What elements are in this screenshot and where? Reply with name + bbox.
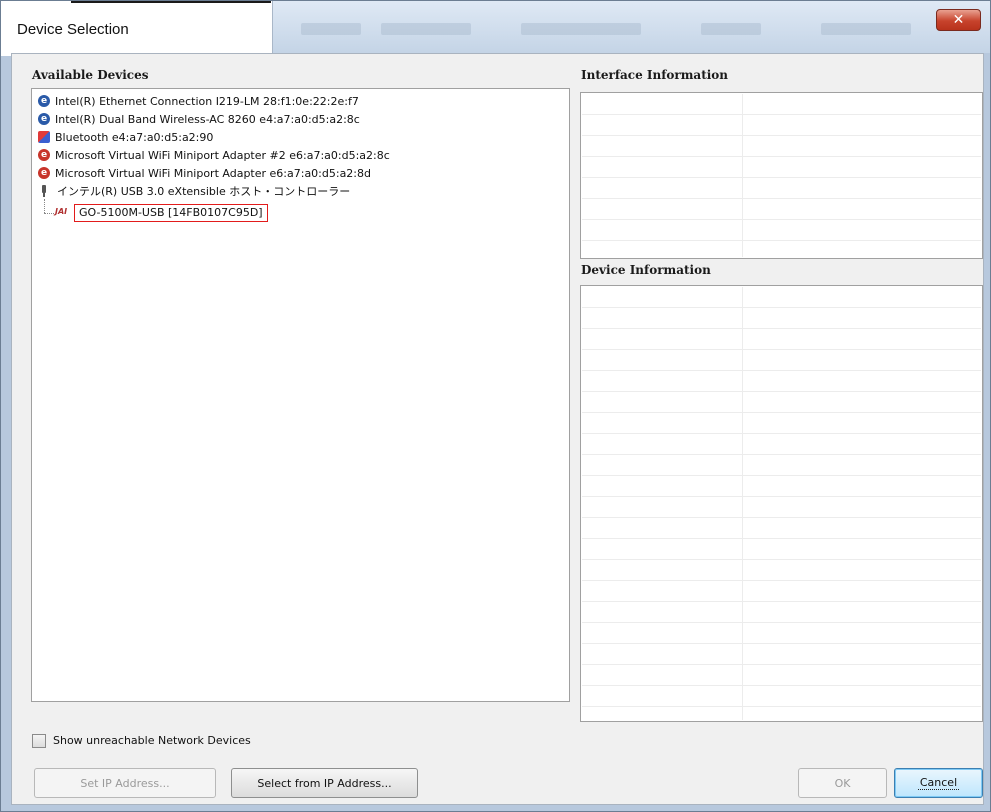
grid-row-divider — [582, 135, 981, 136]
network-adapter-icon: e — [38, 113, 50, 125]
tree-item[interactable]: インテル(R) USB 3.0 eXtensible ホスト・コントローラー — [38, 183, 350, 199]
grid-row-divider — [582, 475, 981, 476]
device-info-gridlines — [582, 287, 981, 720]
grid-row-divider — [582, 580, 981, 581]
show-unreachable-checkbox[interactable] — [32, 734, 46, 748]
grid-row-divider — [582, 706, 981, 707]
tree-item-label: Microsoft Virtual WiFi Miniport Adapter … — [55, 148, 390, 162]
grid-row-divider — [582, 685, 981, 686]
background-ghost — [301, 23, 361, 35]
grid-row-divider — [582, 538, 981, 539]
window-title: Device Selection — [17, 21, 129, 38]
title-underline — [71, 1, 271, 3]
available-devices-label: Available Devices — [32, 68, 149, 82]
close-icon: ✕ — [952, 12, 965, 28]
grid-row-divider — [582, 433, 981, 434]
tree-item-label: Intel(R) Dual Band Wireless-AC 8260 e4:a… — [55, 112, 360, 126]
tree-item[interactable]: e Intel(R) Ethernet Connection I219-LM 2… — [38, 93, 359, 109]
device-info-grid — [580, 285, 983, 722]
grid-column-divider — [742, 287, 743, 720]
tree-item-label: Microsoft Virtual WiFi Miniport Adapter … — [55, 166, 371, 180]
grid-row-divider — [582, 370, 981, 371]
camera-icon: JAI — [55, 207, 68, 216]
cancel-button[interactable]: Cancel — [894, 768, 983, 798]
grid-row-divider — [582, 328, 981, 329]
grid-row-divider — [582, 622, 981, 623]
grid-row-divider — [582, 391, 981, 392]
tree-connector — [44, 213, 54, 214]
usb-icon — [40, 185, 48, 197]
set-ip-address-label: Set IP Address... — [80, 776, 170, 790]
tree-connector — [44, 199, 45, 213]
tree-item-label: インテル(R) USB 3.0 eXtensible ホスト・コントローラー — [57, 185, 351, 198]
virtual-adapter-icon: e — [38, 149, 50, 161]
grid-column-divider — [742, 94, 743, 257]
tree-item[interactable]: e Intel(R) Dual Band Wireless-AC 8260 e4… — [38, 111, 360, 127]
grid-row-divider — [582, 454, 981, 455]
interface-info-grid — [580, 92, 983, 259]
device-info-label: Device Information — [581, 263, 711, 277]
grid-row-divider — [582, 240, 981, 241]
background-ghost — [381, 23, 471, 35]
grid-row-divider — [582, 412, 981, 413]
close-button[interactable]: ✕ — [936, 9, 981, 31]
title-tab: Device Selection — [1, 1, 273, 56]
tree-item[interactable]: e Microsoft Virtual WiFi Miniport Adapte… — [38, 165, 371, 181]
dialog-client: Available Devices e Intel(R) Ethernet Co… — [11, 53, 984, 805]
select-from-ip-address-label: Select from IP Address... — [257, 776, 392, 790]
tree-item-label: Bluetooth e4:a7:a0:d5:a2:90 — [55, 130, 214, 144]
ok-button[interactable]: OK — [798, 768, 887, 798]
grid-row-divider — [582, 177, 981, 178]
tree-item[interactable]: Bluetooth e4:a7:a0:d5:a2:90 — [38, 129, 213, 145]
available-devices-tree[interactable]: e Intel(R) Ethernet Connection I219-LM 2… — [31, 88, 570, 702]
virtual-adapter-icon: e — [38, 167, 50, 179]
device-selection-window: Device Selection ✕ Available Devices e I… — [0, 0, 991, 812]
background-ghost — [821, 23, 911, 35]
interface-info-gridlines — [582, 94, 981, 257]
grid-row-divider — [582, 496, 981, 497]
bluetooth-icon — [38, 131, 50, 143]
show-unreachable-label: Show unreachable Network Devices — [53, 734, 251, 747]
grid-row-divider — [582, 559, 981, 560]
grid-row-divider — [582, 219, 981, 220]
grid-row-divider — [582, 349, 981, 350]
grid-row-divider — [582, 156, 981, 157]
select-from-ip-address-button[interactable]: Select from IP Address... — [231, 768, 418, 798]
network-adapter-icon: e — [38, 95, 50, 107]
tree-item-label: Intel(R) Ethernet Connection I219-LM 28:… — [55, 94, 359, 108]
grid-row-divider — [582, 601, 981, 602]
grid-row-divider — [582, 198, 981, 199]
cancel-label: Cancel — [917, 776, 960, 790]
selected-camera-item[interactable]: GO-5100M-USB [14FB0107C95D] — [74, 204, 268, 222]
title-bar: Device Selection ✕ — [1, 1, 990, 56]
background-ghost — [701, 23, 761, 35]
grid-row-divider — [582, 307, 981, 308]
ok-label: OK — [834, 776, 851, 790]
grid-row-divider — [582, 114, 981, 115]
grid-row-divider — [582, 643, 981, 644]
background-ghost — [521, 23, 641, 35]
set-ip-address-button[interactable]: Set IP Address... — [34, 768, 216, 798]
grid-row-divider — [582, 664, 981, 665]
grid-row-divider — [582, 517, 981, 518]
tree-item[interactable]: e Microsoft Virtual WiFi Miniport Adapte… — [38, 147, 390, 163]
interface-info-label: Interface Information — [581, 68, 729, 82]
